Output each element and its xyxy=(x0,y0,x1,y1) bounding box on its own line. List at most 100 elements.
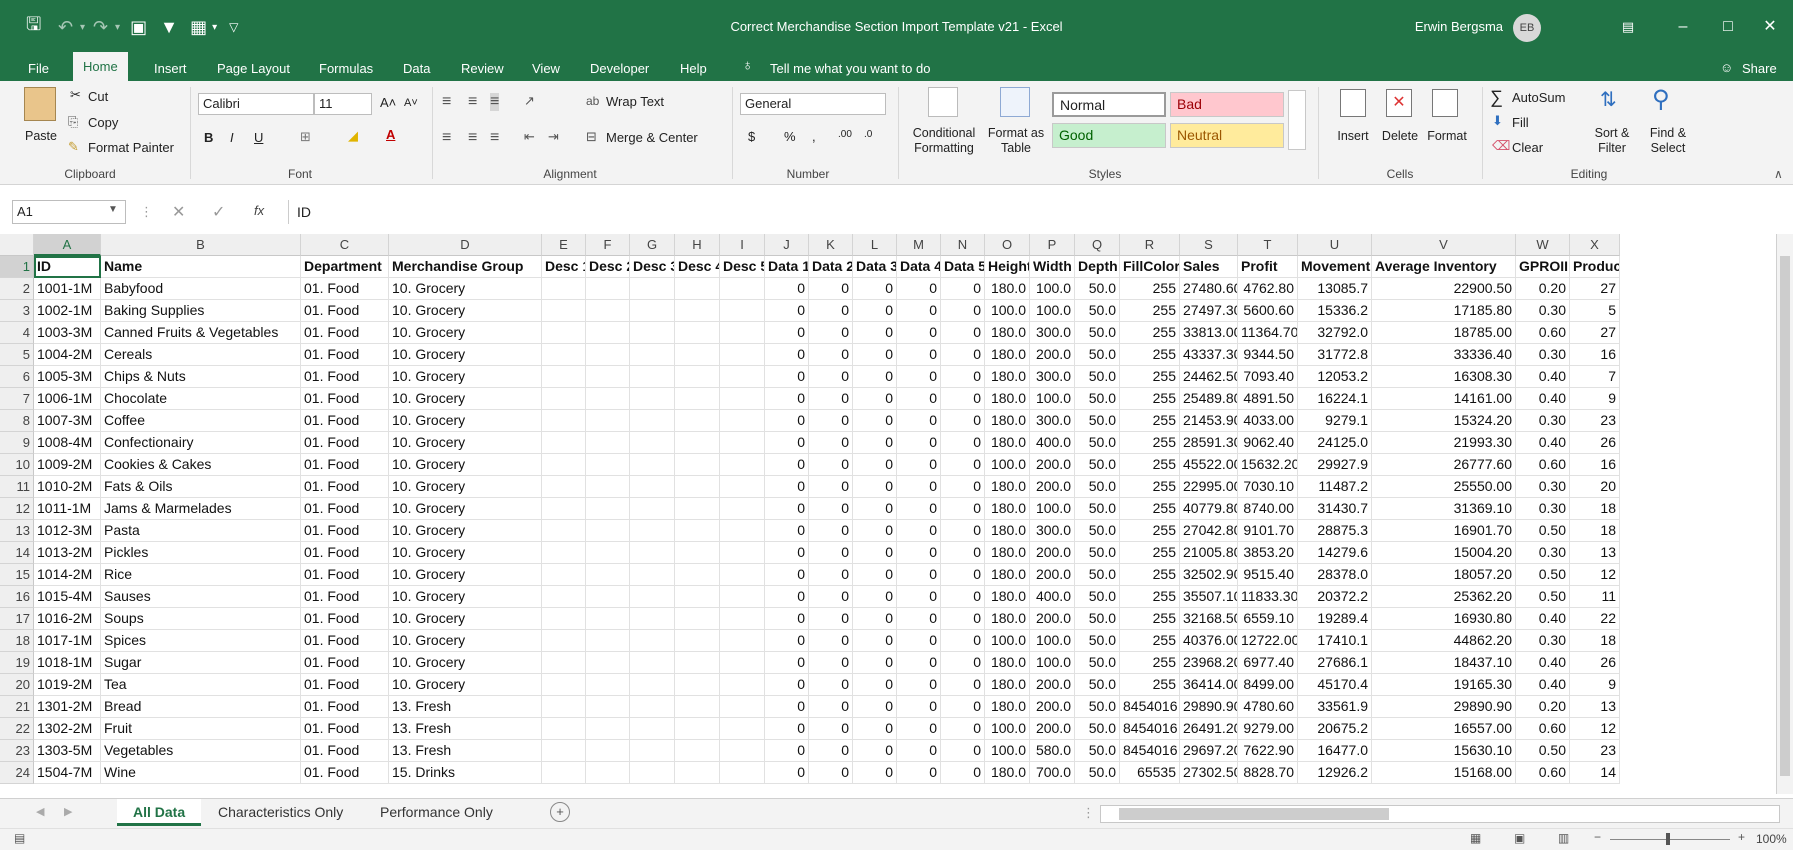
table-cell[interactable] xyxy=(720,696,765,718)
table-cell[interactable]: 0 xyxy=(765,432,809,454)
table-cell[interactable]: 1014-2M xyxy=(34,564,101,586)
table-cell[interactable]: 0 xyxy=(897,542,941,564)
table-cell[interactable] xyxy=(542,608,586,630)
table-cell[interactable] xyxy=(675,630,720,652)
table-cell[interactable] xyxy=(630,344,675,366)
row-header[interactable]: 24 xyxy=(0,762,34,784)
column-header[interactable]: P xyxy=(1030,234,1075,256)
table-cell[interactable]: 7622.90 xyxy=(1238,740,1298,762)
table-cell[interactable]: 0 xyxy=(941,278,985,300)
table-cell[interactable]: 180.0 xyxy=(985,366,1030,388)
table-cell[interactable]: 700.0 xyxy=(1030,762,1075,784)
table-cell[interactable]: Jams & Marmelades xyxy=(101,498,301,520)
table-cell[interactable]: 01. Food xyxy=(301,542,389,564)
table-cell[interactable]: Wine xyxy=(101,762,301,784)
table-cell[interactable]: 255 xyxy=(1120,300,1180,322)
column-header[interactable]: I xyxy=(720,234,765,256)
table-cell[interactable]: 10. Grocery xyxy=(389,498,542,520)
table-cell[interactable]: 0 xyxy=(809,564,853,586)
table-cell[interactable]: 6977.40 xyxy=(1238,652,1298,674)
table-cell[interactable]: 4891.50 xyxy=(1238,388,1298,410)
table-cell[interactable]: 50.0 xyxy=(1075,652,1120,674)
table-cell[interactable]: 0 xyxy=(809,410,853,432)
table-cell[interactable]: 50.0 xyxy=(1075,476,1120,498)
table-cell[interactable]: Coffee xyxy=(101,410,301,432)
table-cell[interactable]: 1301-2M xyxy=(34,696,101,718)
table-cell[interactable]: 15004.20 xyxy=(1372,542,1516,564)
table-cell[interactable]: 23968.20 xyxy=(1180,652,1238,674)
table-cell[interactable]: 50.0 xyxy=(1075,718,1120,740)
table-cell[interactable]: 01. Food xyxy=(301,278,389,300)
table-cell[interactable]: 1008-4M xyxy=(34,432,101,454)
table-cell[interactable]: 180.0 xyxy=(985,564,1030,586)
style-neutral[interactable]: Neutral xyxy=(1170,123,1284,148)
table-cell[interactable]: 100.0 xyxy=(1030,300,1075,322)
table-cell[interactable]: 10. Grocery xyxy=(389,476,542,498)
table-cell[interactable]: 12 xyxy=(1570,718,1620,740)
table-cell[interactable]: 27497.30 xyxy=(1180,300,1238,322)
table-cell[interactable] xyxy=(542,366,586,388)
align-center-icon[interactable]: ≡ xyxy=(468,129,477,147)
table-cell[interactable]: 0 xyxy=(897,344,941,366)
table-cell[interactable]: 255 xyxy=(1120,674,1180,696)
row-header[interactable]: 16 xyxy=(0,586,34,608)
table-cell[interactable] xyxy=(630,564,675,586)
table-cell[interactable]: 23 xyxy=(1570,410,1620,432)
header-cell[interactable]: Data 1 xyxy=(765,256,809,278)
table-cell[interactable]: 33561.9 xyxy=(1298,696,1372,718)
table-cell[interactable] xyxy=(675,586,720,608)
table-cell[interactable]: 1006-1M xyxy=(34,388,101,410)
table-cell[interactable] xyxy=(675,410,720,432)
table-cell[interactable]: 180.0 xyxy=(985,278,1030,300)
table-cell[interactable] xyxy=(720,564,765,586)
table-cell[interactable]: 0 xyxy=(765,718,809,740)
column-header[interactable]: D xyxy=(389,234,542,256)
table-cell[interactable]: Babyfood xyxy=(101,278,301,300)
table-cell[interactable]: 12 xyxy=(1570,564,1620,586)
table-cell[interactable]: 0.50 xyxy=(1516,564,1570,586)
table-cell[interactable]: 6559.10 xyxy=(1238,608,1298,630)
table-cell[interactable]: 10. Grocery xyxy=(389,564,542,586)
fill-icon[interactable]: ⬇ xyxy=(1492,113,1503,129)
table-cell[interactable] xyxy=(675,762,720,784)
table-cell[interactable]: 255 xyxy=(1120,630,1180,652)
increase-font-icon[interactable]: A˄ xyxy=(380,95,396,110)
table-cell[interactable]: 7030.10 xyxy=(1238,476,1298,498)
table-cell[interactable]: 0.40 xyxy=(1516,608,1570,630)
autosum-icon[interactable]: ∑ xyxy=(1490,87,1503,108)
table-cell[interactable]: 0 xyxy=(853,498,897,520)
table-cell[interactable]: 11364.70 xyxy=(1238,322,1298,344)
table-cell[interactable] xyxy=(586,300,630,322)
table-cell[interactable] xyxy=(586,564,630,586)
table-cell[interactable]: 16930.80 xyxy=(1372,608,1516,630)
table-cell[interactable]: 27686.1 xyxy=(1298,652,1372,674)
row-header[interactable]: 14 xyxy=(0,542,34,564)
table-cell[interactable]: 26491.20 xyxy=(1180,718,1238,740)
table-cell[interactable] xyxy=(542,564,586,586)
table-cell[interactable]: 16901.70 xyxy=(1372,520,1516,542)
table-cell[interactable]: 0 xyxy=(809,740,853,762)
table-cell[interactable]: 255 xyxy=(1120,344,1180,366)
table-cell[interactable]: 0.60 xyxy=(1516,718,1570,740)
table-cell[interactable]: 0 xyxy=(897,652,941,674)
column-header[interactable]: J xyxy=(765,234,809,256)
table-cell[interactable]: 0 xyxy=(897,586,941,608)
table-cell[interactable]: 0 xyxy=(941,762,985,784)
table-cell[interactable]: 180.0 xyxy=(985,586,1030,608)
table-cell[interactable] xyxy=(675,388,720,410)
table-cell[interactable]: 0 xyxy=(897,718,941,740)
table-cell[interactable]: 01. Food xyxy=(301,410,389,432)
delete-cells-icon[interactable]: ✕ xyxy=(1386,89,1412,117)
table-cell[interactable]: 17185.80 xyxy=(1372,300,1516,322)
table-cell[interactable] xyxy=(542,432,586,454)
row-header[interactable]: 19 xyxy=(0,652,34,674)
merge-center-icon[interactable]: ⊟ xyxy=(586,129,597,145)
table-cell[interactable]: 0 xyxy=(897,366,941,388)
column-header[interactable]: T xyxy=(1238,234,1298,256)
table-cell[interactable]: 33336.40 xyxy=(1372,344,1516,366)
table-cell[interactable]: 8740.00 xyxy=(1238,498,1298,520)
table-cell[interactable]: 16 xyxy=(1570,344,1620,366)
table-cell[interactable]: 50.0 xyxy=(1075,388,1120,410)
table-cell[interactable]: 0.40 xyxy=(1516,388,1570,410)
table-cell[interactable]: 180.0 xyxy=(985,432,1030,454)
